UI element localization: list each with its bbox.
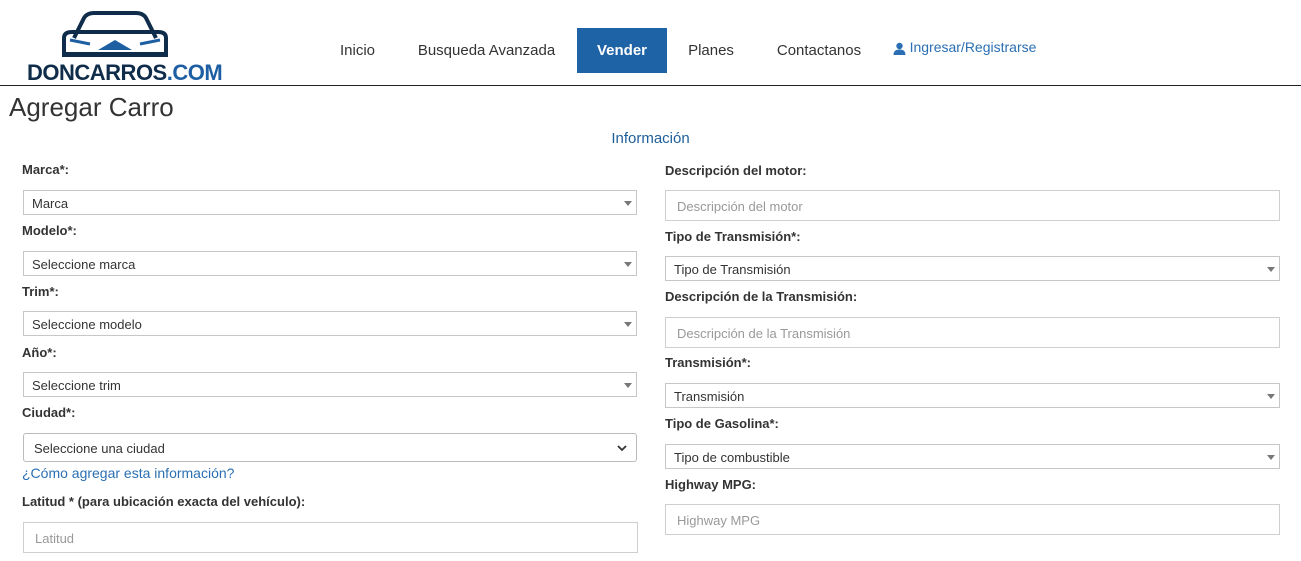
ciudad-label: Ciudad*:: [22, 405, 76, 420]
anio-select-value: Seleccione trim: [32, 378, 121, 393]
transmision-select[interactable]: Transmisión: [665, 383, 1280, 408]
nav-inicio[interactable]: Inicio: [330, 28, 385, 73]
ciudad-select-value: Seleccione una ciudad: [34, 441, 165, 456]
chevron-down-icon: [617, 445, 627, 452]
motor-placeholder: Descripción del motor: [677, 199, 803, 214]
caret-down-icon: [624, 383, 632, 388]
marca-label: Marca*:: [22, 162, 69, 177]
modelo-select-value: Seleccione marca: [32, 257, 136, 272]
gasolina-value: Tipo de combustible: [674, 450, 790, 465]
modelo-select[interactable]: Seleccione marca: [23, 251, 637, 276]
transmision-value: Transmisión: [674, 389, 745, 404]
caret-down-icon: [624, 201, 632, 206]
nav-planes[interactable]: Planes: [681, 28, 741, 73]
page-title: Agregar Carro: [9, 92, 174, 122]
mpg-input[interactable]: Highway MPG: [665, 504, 1280, 535]
caret-down-icon: [1267, 394, 1275, 399]
help-link-como-agregar[interactable]: ¿Cómo agregar esta información?: [22, 465, 234, 481]
gasolina-select[interactable]: Tipo de combustible: [665, 444, 1280, 469]
site-logo[interactable]: DONCARROS.COM: [27, 10, 223, 85]
user-icon: [893, 42, 906, 55]
trim-select-value: Seleccione modelo: [32, 317, 142, 332]
caret-down-icon: [624, 262, 632, 267]
tipo-transmision-value: Tipo de Transmisión: [674, 262, 791, 277]
latitud-label: Latitud * (para ubicación exacta del veh…: [22, 494, 306, 509]
tipo-transmision-select[interactable]: Tipo de Transmisión: [665, 256, 1280, 281]
login-register-link[interactable]: Ingresar/Registrarse: [887, 25, 1042, 70]
ciudad-select[interactable]: Seleccione una ciudad: [23, 433, 637, 462]
login-register-label: Ingresar/Registrarse: [909, 39, 1037, 55]
anio-label: Año*:: [22, 345, 57, 360]
motor-label: Descripción del motor:: [665, 163, 807, 178]
latitud-placeholder: Latitud: [35, 531, 75, 546]
mpg-label: Highway MPG:: [665, 477, 757, 492]
mpg-placeholder: Highway MPG: [677, 513, 761, 528]
section-title-informacion: Información: [611, 130, 690, 147]
nav-contactanos[interactable]: Contactanos: [768, 28, 870, 73]
desc-transmision-placeholder: Descripción de la Transmisión: [677, 326, 851, 341]
latitud-input[interactable]: Latitud: [23, 522, 638, 553]
nav-vender[interactable]: Vender: [577, 28, 667, 73]
logo-wordmark: DONCARROS.COM: [27, 60, 223, 85]
car-logo-icon: [62, 11, 168, 57]
caret-down-icon: [1267, 455, 1275, 460]
desc-transmision-label: Descripción de la Transmisión:: [665, 289, 858, 304]
site-header: DONCARROS.COM Inicio Busqueda Avanzada V…: [0, 0, 1301, 86]
caret-down-icon: [624, 322, 632, 327]
motor-input[interactable]: Descripción del motor: [665, 190, 1280, 221]
anio-select[interactable]: Seleccione trim: [23, 372, 637, 397]
marca-select-value: Marca: [32, 196, 69, 211]
gasolina-label: Tipo de Gasolina*:: [665, 416, 779, 431]
caret-down-icon: [1267, 267, 1275, 272]
trim-select[interactable]: Seleccione modelo: [23, 311, 637, 336]
nav-busqueda-avanzada[interactable]: Busqueda Avanzada: [410, 28, 563, 73]
desc-transmision-input[interactable]: Descripción de la Transmisión: [665, 317, 1280, 348]
transmision-label: Transmisión*:: [665, 355, 751, 370]
modelo-label: Modelo*:: [22, 223, 77, 238]
marca-select[interactable]: Marca: [23, 190, 637, 215]
trim-label: Trim*:: [22, 284, 59, 299]
tipo-transmision-label: Tipo de Transmisión*:: [665, 229, 801, 244]
